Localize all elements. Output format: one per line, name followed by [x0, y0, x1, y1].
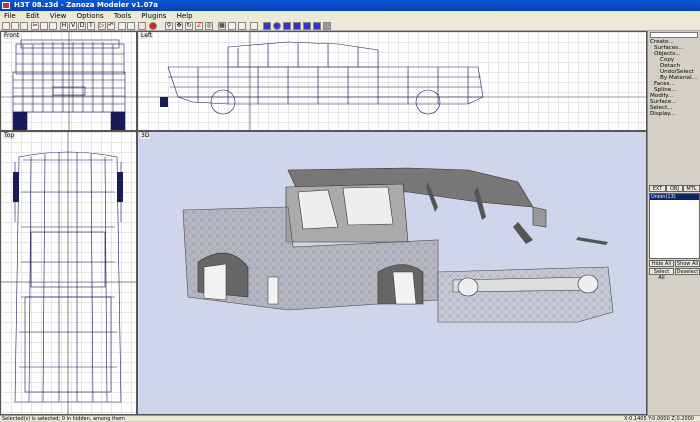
- z-icon[interactable]: Z: [195, 22, 203, 30]
- app-icon: [2, 2, 10, 9]
- title-bar: H3T 08.z3d - Zanoza Modeler v1.07a: [0, 0, 700, 11]
- status-text: Selected(s) is selected; 0 in hidden, am…: [2, 416, 125, 422]
- light-icon[interactable]: [323, 22, 331, 30]
- object-list-item[interactable]: Union(13): [650, 194, 699, 200]
- mirror-icon[interactable]: ▷: [98, 22, 106, 30]
- save-icon[interactable]: [20, 22, 28, 30]
- v-icon[interactable]: V: [69, 22, 77, 30]
- viewport-label-3d: 3D: [140, 132, 151, 139]
- menu-file[interactable]: File: [0, 11, 20, 21]
- viewport-label-front: Front: [3, 32, 21, 39]
- rotate-icon[interactable]: ↻: [185, 22, 193, 30]
- deselect-button[interactable]: Deselect: [675, 268, 700, 275]
- t-icon[interactable]: T: [87, 22, 95, 30]
- wire-icon[interactable]: ▦: [218, 22, 226, 30]
- status-bar: Selected(s) is selected; 0 in hidden, am…: [0, 415, 700, 422]
- menu-tools[interactable]: Tools: [110, 11, 135, 21]
- menu-help[interactable]: Help: [173, 11, 197, 21]
- new-icon[interactable]: [2, 22, 10, 30]
- command-tree: Create... Surfaces... Objects... Copy De…: [650, 39, 700, 117]
- render-icon[interactable]: [138, 22, 146, 30]
- snap-icon[interactable]: [118, 22, 126, 30]
- cut-icon[interactable]: ✂: [31, 22, 39, 30]
- viewport-label-left: Left: [140, 32, 154, 39]
- menu-plugins[interactable]: Plugins: [137, 11, 170, 21]
- 3d-truck-model: [182, 167, 614, 323]
- align-icon[interactable]: [250, 22, 258, 30]
- tab-ext[interactable]: EXT: [649, 185, 666, 192]
- open-icon[interactable]: [11, 22, 19, 30]
- top-viewport[interactable]: Top: [0, 131, 137, 415]
- window-title: H3T 08.z3d - Zanoza Modeler v1.07a: [14, 1, 159, 9]
- command-panel: Create... Surfaces... Objects... Copy De…: [647, 31, 700, 416]
- grid-icon[interactable]: [127, 22, 135, 30]
- copy-icon[interactable]: [40, 22, 48, 30]
- front-viewport[interactable]: Front: [0, 31, 137, 131]
- sphere-icon[interactable]: [273, 22, 281, 30]
- d-icon[interactable]: D: [78, 22, 86, 30]
- object-list[interactable]: Union(13): [649, 193, 700, 259]
- pan-icon[interactable]: ✥: [175, 22, 183, 30]
- tab-mtl[interactable]: MTL: [683, 185, 700, 192]
- viewport-label-top: Top: [3, 132, 16, 139]
- toolbar: ✂ H V D T ▷ ↶ ⚲ ✥ ↻ Z ◎ ▦: [0, 21, 700, 31]
- record-icon[interactable]: [149, 22, 157, 30]
- undo-icon[interactable]: ↶: [107, 22, 115, 30]
- zoom-icon[interactable]: ⚲: [165, 22, 173, 30]
- select-icon[interactable]: [228, 22, 236, 30]
- left-wireframe: [138, 32, 646, 130]
- menu-bar: File Edit View Options Tools Plugins Hel…: [0, 11, 700, 21]
- hide-all-button[interactable]: Hide All: [649, 260, 674, 267]
- panel-header: [650, 32, 698, 38]
- front-wireframe: [1, 32, 136, 130]
- top-wireframe: [1, 132, 136, 414]
- left-viewport[interactable]: Left: [137, 31, 647, 131]
- box-icon[interactable]: [263, 22, 271, 30]
- cylinder-icon[interactable]: [283, 22, 291, 30]
- menu-view[interactable]: View: [46, 11, 71, 21]
- show-all-button[interactable]: Show All: [675, 260, 700, 267]
- cone-icon[interactable]: [293, 22, 301, 30]
- paste-icon[interactable]: [49, 22, 57, 30]
- plane-icon[interactable]: [313, 22, 321, 30]
- window-icon[interactable]: [238, 22, 246, 30]
- status-coords: X:0.1405 Y:0.0000 Z:0.2000: [624, 416, 694, 422]
- tab-obj[interactable]: OBJ: [666, 185, 683, 192]
- h-icon[interactable]: H: [60, 22, 68, 30]
- select-all-button[interactable]: Select All: [649, 268, 674, 281]
- perspective-viewport[interactable]: 3D: [137, 131, 647, 415]
- tree-item-display[interactable]: Display...: [650, 111, 700, 117]
- menu-options[interactable]: Options: [73, 11, 108, 21]
- view-icon[interactable]: ◎: [205, 22, 213, 30]
- torus-icon[interactable]: [303, 22, 311, 30]
- menu-edit[interactable]: Edit: [22, 11, 44, 21]
